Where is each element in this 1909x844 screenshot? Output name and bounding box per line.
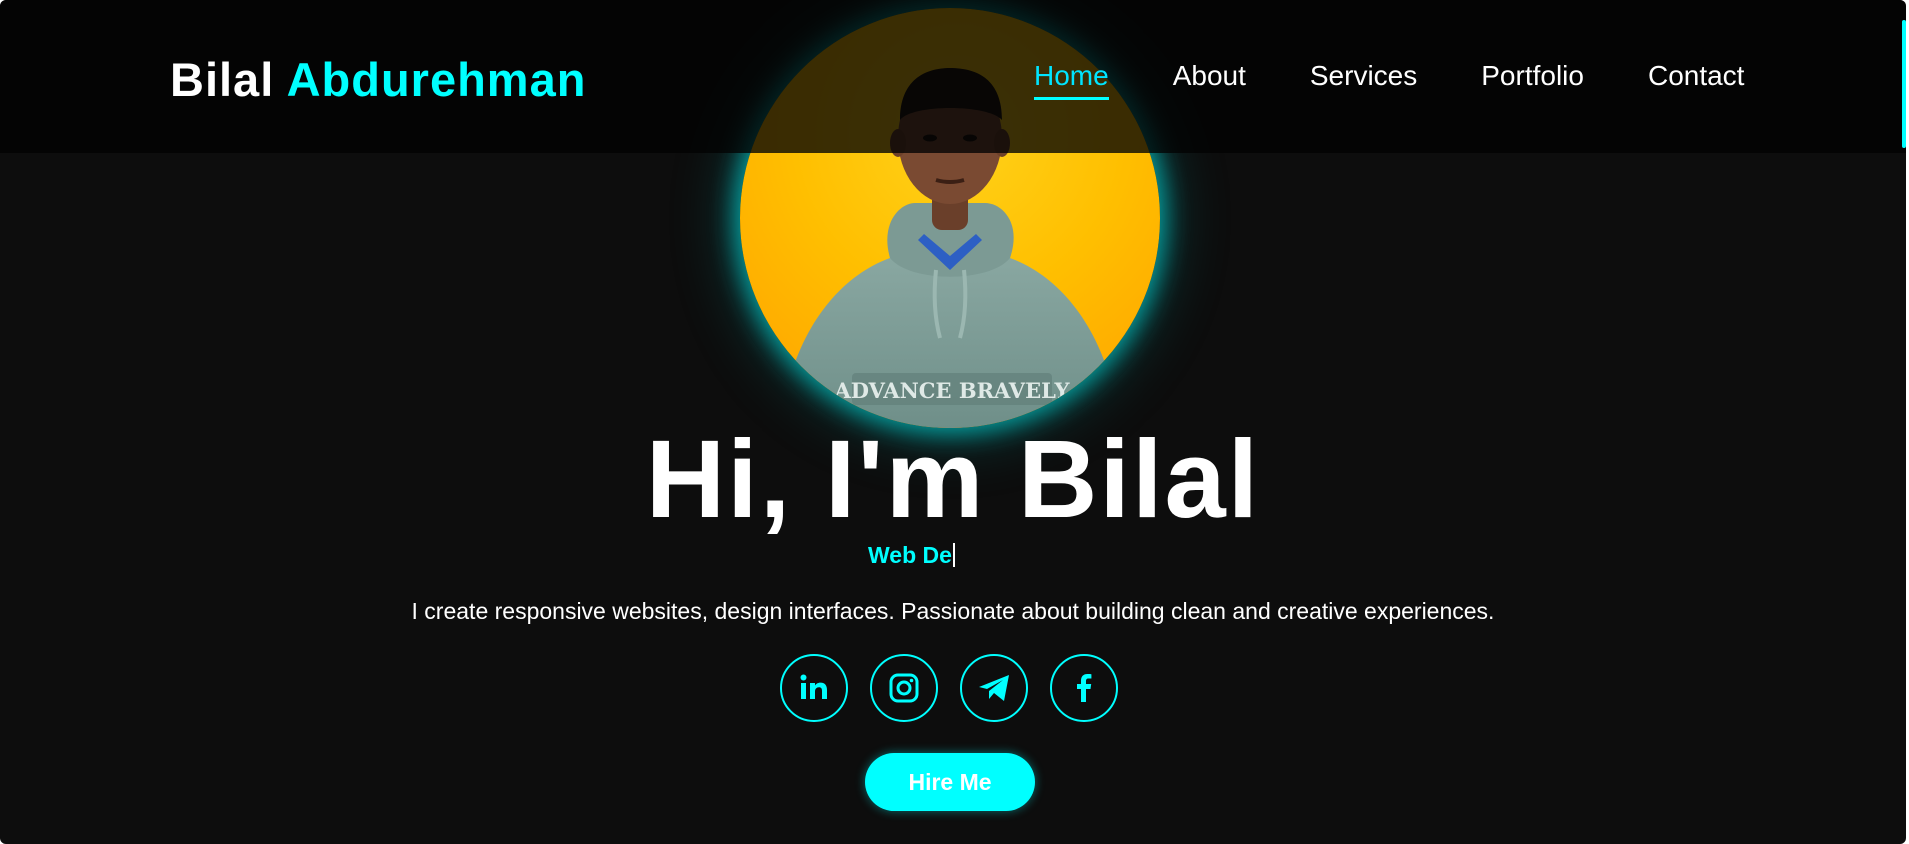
nav-services-link[interactable]: Services [1310,56,1417,96]
facebook-link[interactable] [1050,654,1118,722]
social-links [780,654,1118,722]
instagram-icon [889,673,919,703]
linkedin-link[interactable] [780,654,848,722]
logo-first-name: Bilal [170,53,275,106]
facebook-icon [1077,674,1092,702]
main-nav: Home About Services Portfolio Contact [1034,56,1745,100]
nav-home-link[interactable]: Home [1034,56,1109,100]
instagram-link[interactable] [870,654,938,722]
site-header: Bilal Abdurehman Home About Services Por… [0,0,1906,153]
hero-title: Hi, I'm Bilal [645,418,1261,541]
scroll-indicator [1902,20,1906,148]
shirt-print: ADVANCE BRAVELY [834,378,1071,403]
logo-last-name: Abdurehman [286,53,587,106]
hire-me-button[interactable]: Hire Me [865,753,1035,811]
nav-about-link[interactable]: About [1173,56,1246,96]
site-logo[interactable]: Bilal Abdurehman [170,52,586,108]
linkedin-icon [800,674,827,699]
telegram-link[interactable] [960,654,1028,722]
typing-cursor [952,543,955,567]
page: Bilal Abdurehman Home About Services Por… [0,0,1906,844]
typed-subtitle: Web De [868,540,955,570]
telegram-icon [979,675,1009,701]
nav-portfolio-link[interactable]: Portfolio [1481,56,1584,96]
typed-subtitle-text: Web De [868,541,952,568]
nav-contact-link[interactable]: Contact [1648,56,1745,96]
hero-description: I create responsive websites, design int… [411,598,1495,624]
